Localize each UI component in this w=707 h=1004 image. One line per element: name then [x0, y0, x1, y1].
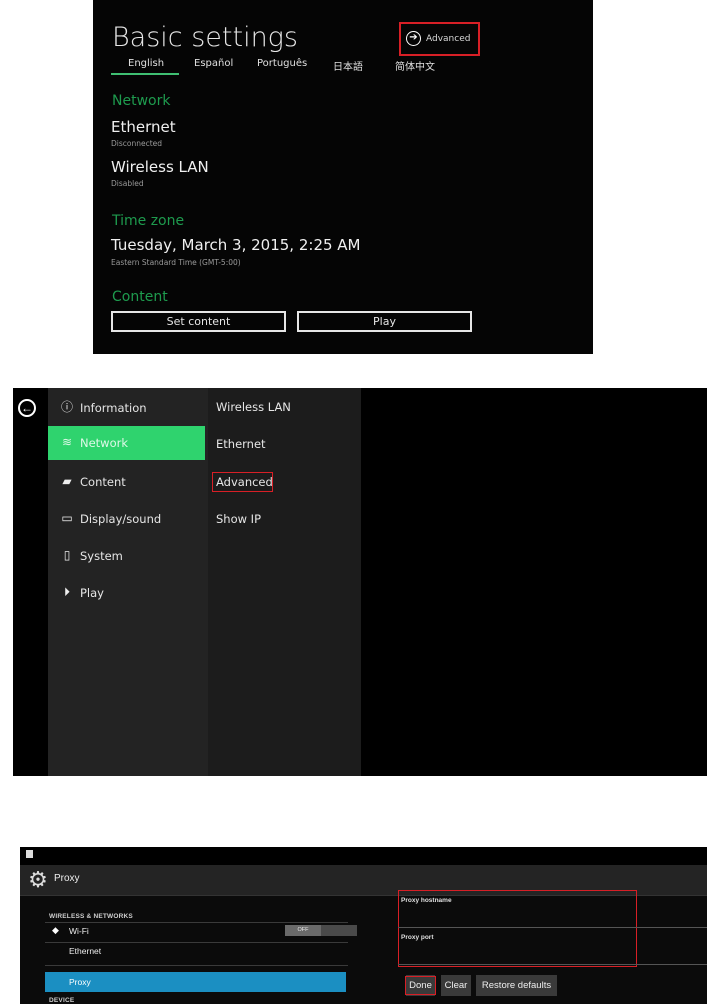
submenu-wireless-lan[interactable]: Wireless LAN — [216, 400, 291, 414]
page-title: Proxy — [54, 873, 80, 884]
menu-item-network[interactable]: ≋ Network — [48, 426, 205, 460]
settings-item-proxy[interactable]: Proxy — [45, 972, 346, 992]
datetime-value[interactable]: Tuesday, March 3, 2015, 2:25 AM — [111, 236, 361, 254]
wifi-icon: ◆ — [52, 925, 59, 935]
play-icon: ⏵ — [63, 585, 70, 599]
active-tab-underline — [111, 73, 179, 75]
menu-item-label: Information — [80, 401, 147, 415]
display-icon: ▭ — [61, 511, 73, 525]
content-heading: Content — [112, 289, 168, 305]
restore-defaults-button[interactable]: Restore defaults — [476, 975, 557, 996]
gear-icon[interactable]: ⚙ — [26, 868, 50, 892]
menu-item-system[interactable]: ▯ System — [48, 539, 205, 573]
advanced-button[interactable]: Advanced — [426, 34, 470, 44]
settings-item-label: Proxy — [69, 977, 91, 987]
proxy-hostname-field[interactable] — [398, 927, 707, 928]
menu-item-label: Content — [80, 475, 126, 489]
proxy-port-label: Proxy port — [401, 934, 434, 941]
settings-item-label: Wi-Fi — [69, 926, 89, 936]
network-heading: Network — [112, 93, 171, 109]
menu-item-play[interactable]: ⏵ Play — [48, 576, 205, 610]
status-bar — [20, 847, 707, 865]
timezone-value: Eastern Standard Time (GMT-5:00) — [111, 258, 241, 267]
proxy-port-field[interactable] — [398, 964, 707, 965]
basic-settings-panel: Basic settings ➔ Advanced English Españo… — [93, 0, 593, 354]
wireless-label[interactable]: Wireless LAN — [111, 158, 209, 176]
page-title: Basic settings — [112, 22, 298, 53]
submenu-ethernet[interactable]: Ethernet — [216, 437, 266, 451]
timezone-heading: Time zone — [112, 213, 185, 229]
info-icon: ⓘ — [60, 400, 73, 414]
menu-item-information[interactable]: ⓘ Information — [48, 391, 205, 425]
clear-button[interactable]: Clear — [441, 975, 471, 996]
content-icon: ▰ — [62, 474, 72, 488]
divider — [45, 965, 348, 966]
menu-item-label: Play — [80, 586, 104, 600]
divider — [45, 942, 348, 943]
menu-panel: ← ⓘ Information ≋ Network ▰ Content ▭ Di… — [13, 388, 707, 776]
system-icon: ▯ — [63, 548, 71, 562]
menu-item-display-sound[interactable]: ▭ Display/sound — [48, 502, 205, 536]
back-arrow-icon[interactable]: ← — [18, 399, 36, 417]
submenu-advanced[interactable]: Advanced — [216, 475, 273, 489]
submenu-show-ip[interactable]: Show IP — [216, 512, 261, 526]
wireless-networks-header: WIRELESS & NETWORKS — [49, 913, 133, 920]
menu-item-label: System — [80, 549, 123, 563]
network-icon: ≋ — [61, 435, 73, 449]
ethernet-status: Disconnected — [111, 139, 163, 148]
set-content-button[interactable]: Set content — [111, 311, 286, 332]
arrow-right-circle-icon[interactable]: ➔ — [406, 31, 421, 46]
lang-tab-english[interactable]: English — [128, 58, 164, 69]
wifi-toggle-state: OFF — [285, 925, 321, 936]
settings-item-wifi[interactable]: ◆ Wi-Fi OFF — [45, 923, 357, 939]
menu-item-label: Network — [80, 436, 129, 450]
lang-tab-espanol[interactable]: Español — [194, 58, 233, 69]
lang-tab-portugues[interactable]: Português — [257, 58, 307, 69]
android-proxy-panel: ⚙ Proxy WIRELESS & NETWORKS ◆ Wi-Fi OFF … — [20, 847, 707, 1004]
lang-tab-chinese[interactable]: 简体中文 — [395, 58, 435, 73]
menu-item-label: Display/sound — [80, 512, 162, 526]
proxy-hostname-label: Proxy hostname — [401, 897, 452, 904]
wireless-status: Disabled — [111, 179, 144, 188]
ethernet-label[interactable]: Ethernet — [111, 118, 176, 136]
settings-item-ethernet[interactable]: Ethernet — [69, 946, 101, 956]
lang-tab-japanese[interactable]: 日本語 — [333, 58, 363, 73]
device-header: DEVICE — [49, 997, 75, 1004]
notification-icon — [26, 850, 33, 858]
menu-item-content[interactable]: ▰ Content — [48, 465, 205, 499]
done-highlight — [405, 976, 436, 995]
play-button[interactable]: Play — [297, 311, 472, 332]
